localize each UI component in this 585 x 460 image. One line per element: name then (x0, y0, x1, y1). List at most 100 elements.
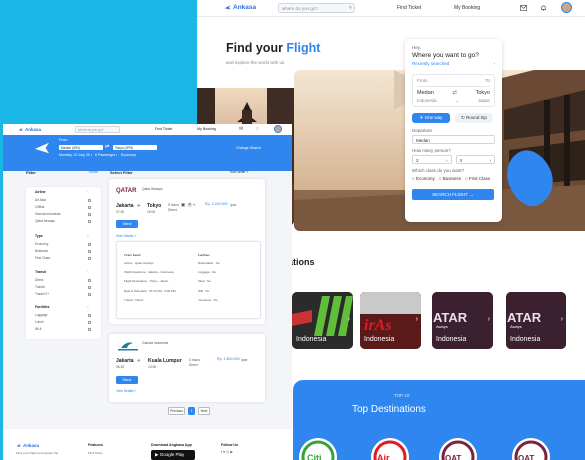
sort-order-label: Sort order (230, 170, 246, 174)
home-brand-text: Ankasa (233, 4, 257, 11)
filter-group-transit[interactable]: Transit (35, 270, 46, 274)
svg-text:QATAR: QATAR (116, 188, 137, 194)
swap-icon[interactable]: ⇄ (452, 90, 457, 96)
flight2-transit: Direct (189, 363, 198, 367)
filter-checkbox[interactable] (88, 293, 91, 296)
round-trip-label: Round trip (466, 115, 487, 120)
svg-text:Citi: Citi (307, 453, 322, 460)
filter-item-label: Qatar Airways (35, 219, 55, 223)
class-label: Which class do you want? (412, 168, 465, 173)
results-window: Ankasa where do you go? Find Ticket My B… (3, 124, 292, 460)
card-greeting: Hey, (412, 45, 421, 50)
filter-checkbox[interactable] (88, 213, 91, 216)
filter-checkbox[interactable] (88, 257, 91, 260)
bell-icon[interactable] (540, 4, 547, 12)
facility-row: Insurance : No (198, 298, 218, 302)
results-search-input[interactable]: where do you go? (75, 126, 120, 133)
bell-icon[interactable]: ♢ (255, 126, 259, 132)
header-to-field[interactable]: Tokyo (JPN) (113, 145, 157, 150)
flight1-hide-details-link[interactable]: Hide Details ˄ (116, 234, 136, 238)
hero-title: Find your Flight (226, 41, 320, 55)
chevron-up-icon[interactable]: ˄ (87, 270, 89, 274)
results-nav-my-booking[interactable]: My Booking (197, 127, 216, 131)
destination-tile-3[interactable]: ATAR Aways Indonesia › (432, 292, 493, 349)
sort-order-dropdown[interactable]: Sort order ˅ (230, 170, 249, 174)
destination-tile-1[interactable]: Indonesia › (292, 292, 353, 349)
filter-checkbox[interactable] (88, 199, 91, 202)
destination-tile-4[interactable]: ATAR Aways Indonesia › (506, 292, 566, 349)
chevron-up-icon[interactable]: ˄ (87, 305, 89, 309)
svg-text:QAT: QAT (518, 454, 534, 460)
filter-checkbox[interactable] (88, 220, 91, 223)
results-logo[interactable]: Ankasa (18, 127, 41, 132)
filter-checkbox[interactable] (88, 314, 91, 317)
footer-tagline: Find your Flight and explore the (16, 451, 59, 455)
flight2-select-button[interactable]: Select (116, 376, 138, 384)
filter-group-type[interactable]: Type (35, 234, 43, 238)
class-economy-label: Economy (415, 176, 435, 181)
adult-count-input[interactable]: 2 › (412, 155, 452, 164)
social-icons[interactable]: f ♥ ◎ ▶ (221, 450, 233, 454)
swap-icon[interactable]: ⇄ (105, 144, 109, 150)
home-logo[interactable]: Ankasa (224, 4, 256, 11)
filter-group-airline[interactable]: Airline (35, 190, 46, 194)
destination-tile-2[interactable]: irAs Indonesia › (360, 292, 421, 349)
flight1-hide-label: Hide Details (116, 234, 134, 238)
filter-checkbox[interactable] (88, 206, 91, 209)
chevron-up-icon: ˄ (134, 234, 136, 238)
departure-input[interactable]: Medan (412, 135, 495, 144)
reset-link[interactable]: Reset (89, 170, 98, 174)
home-search-input[interactable]: where do you go? ⚲ (278, 3, 355, 13)
class-business-radio[interactable]: ○ Business (439, 176, 461, 181)
filter-checkbox[interactable] (88, 250, 91, 253)
results-footer: Ankasa Find your Flight and explore the … (3, 429, 292, 460)
child-count: 4 (459, 157, 463, 163)
results-nav-find-ticket[interactable]: Find Ticket (155, 127, 172, 131)
mail-icon[interactable] (520, 5, 527, 11)
flight2-to: Kuala Lumpur (148, 358, 182, 364)
chevron-up-icon[interactable]: ˄ (87, 234, 89, 238)
search-flight-button[interactable]: SEARCH FLIGHT → (412, 189, 494, 200)
footer-feature-link[interactable]: Find Ticket (88, 451, 103, 455)
plane-icon: ✈ (137, 203, 141, 208)
filter-checkbox[interactable] (88, 328, 91, 331)
pager-page-1[interactable]: 1 (188, 407, 195, 415)
from-city: Medan (417, 90, 434, 96)
flight2-from: Jakarta (116, 358, 134, 364)
recently-searched-text: Recently searched (412, 61, 450, 66)
header-from-value: Medan (IDN) (61, 145, 80, 150)
pager-next[interactable]: Next (198, 407, 210, 415)
garuda-indonesia-logo (118, 342, 138, 351)
class-first-radio[interactable]: ○ First Class (465, 176, 490, 181)
filter-checkbox[interactable] (88, 279, 91, 282)
one-way-button[interactable]: ✈ One way (412, 113, 450, 123)
footer-download-title: Download Angkasa App (151, 443, 192, 447)
filter-checkbox[interactable] (88, 321, 91, 324)
pager-previous[interactable]: Previous (168, 407, 185, 415)
flight1-from: Jakarta (116, 203, 134, 209)
results-avatar[interactable] (274, 125, 282, 133)
filter-group-facilities[interactable]: Facilities (35, 305, 50, 309)
child-count-input[interactable]: 4 › (455, 155, 495, 164)
round-trip-button[interactable]: ↻ Round trip (455, 113, 493, 123)
change-search-link[interactable]: Change Search (236, 146, 261, 150)
header-from-field[interactable]: Medan (IDN) (59, 145, 103, 150)
home-nav-my-booking[interactable]: My Booking (454, 5, 480, 11)
route-box[interactable]: From To Medan ⇄ Tokyo Indonesia → Japan (412, 74, 495, 107)
class-economy-radio[interactable]: ○ Economy (412, 176, 435, 181)
filter-item-label: Transit 2+ (35, 292, 50, 296)
filter-checkbox[interactable] (88, 243, 91, 246)
home-nav-find-ticket[interactable]: Find Ticket (397, 5, 421, 11)
recently-searched-link[interactable]: Recently searched › (412, 61, 495, 66)
chevron-right-icon: › (347, 316, 350, 323)
plane-icon (35, 142, 49, 154)
flight1-select-button[interactable]: Select (116, 220, 138, 228)
chevron-up-icon[interactable]: ˄ (87, 190, 89, 194)
filter-item-label: Air Asia (35, 198, 46, 202)
mail-icon[interactable]: ✉ (239, 126, 243, 132)
filter-checkbox[interactable] (88, 286, 91, 289)
search-summary-header: From Medan (IDN) ⇄ Tokyo (JPN) Monday, 2… (3, 135, 292, 171)
flight2-view-details-link[interactable]: View Details ˅ (116, 389, 136, 393)
google-play-button[interactable]: ▶ Google Play (151, 450, 195, 460)
avatar[interactable] (561, 2, 572, 13)
